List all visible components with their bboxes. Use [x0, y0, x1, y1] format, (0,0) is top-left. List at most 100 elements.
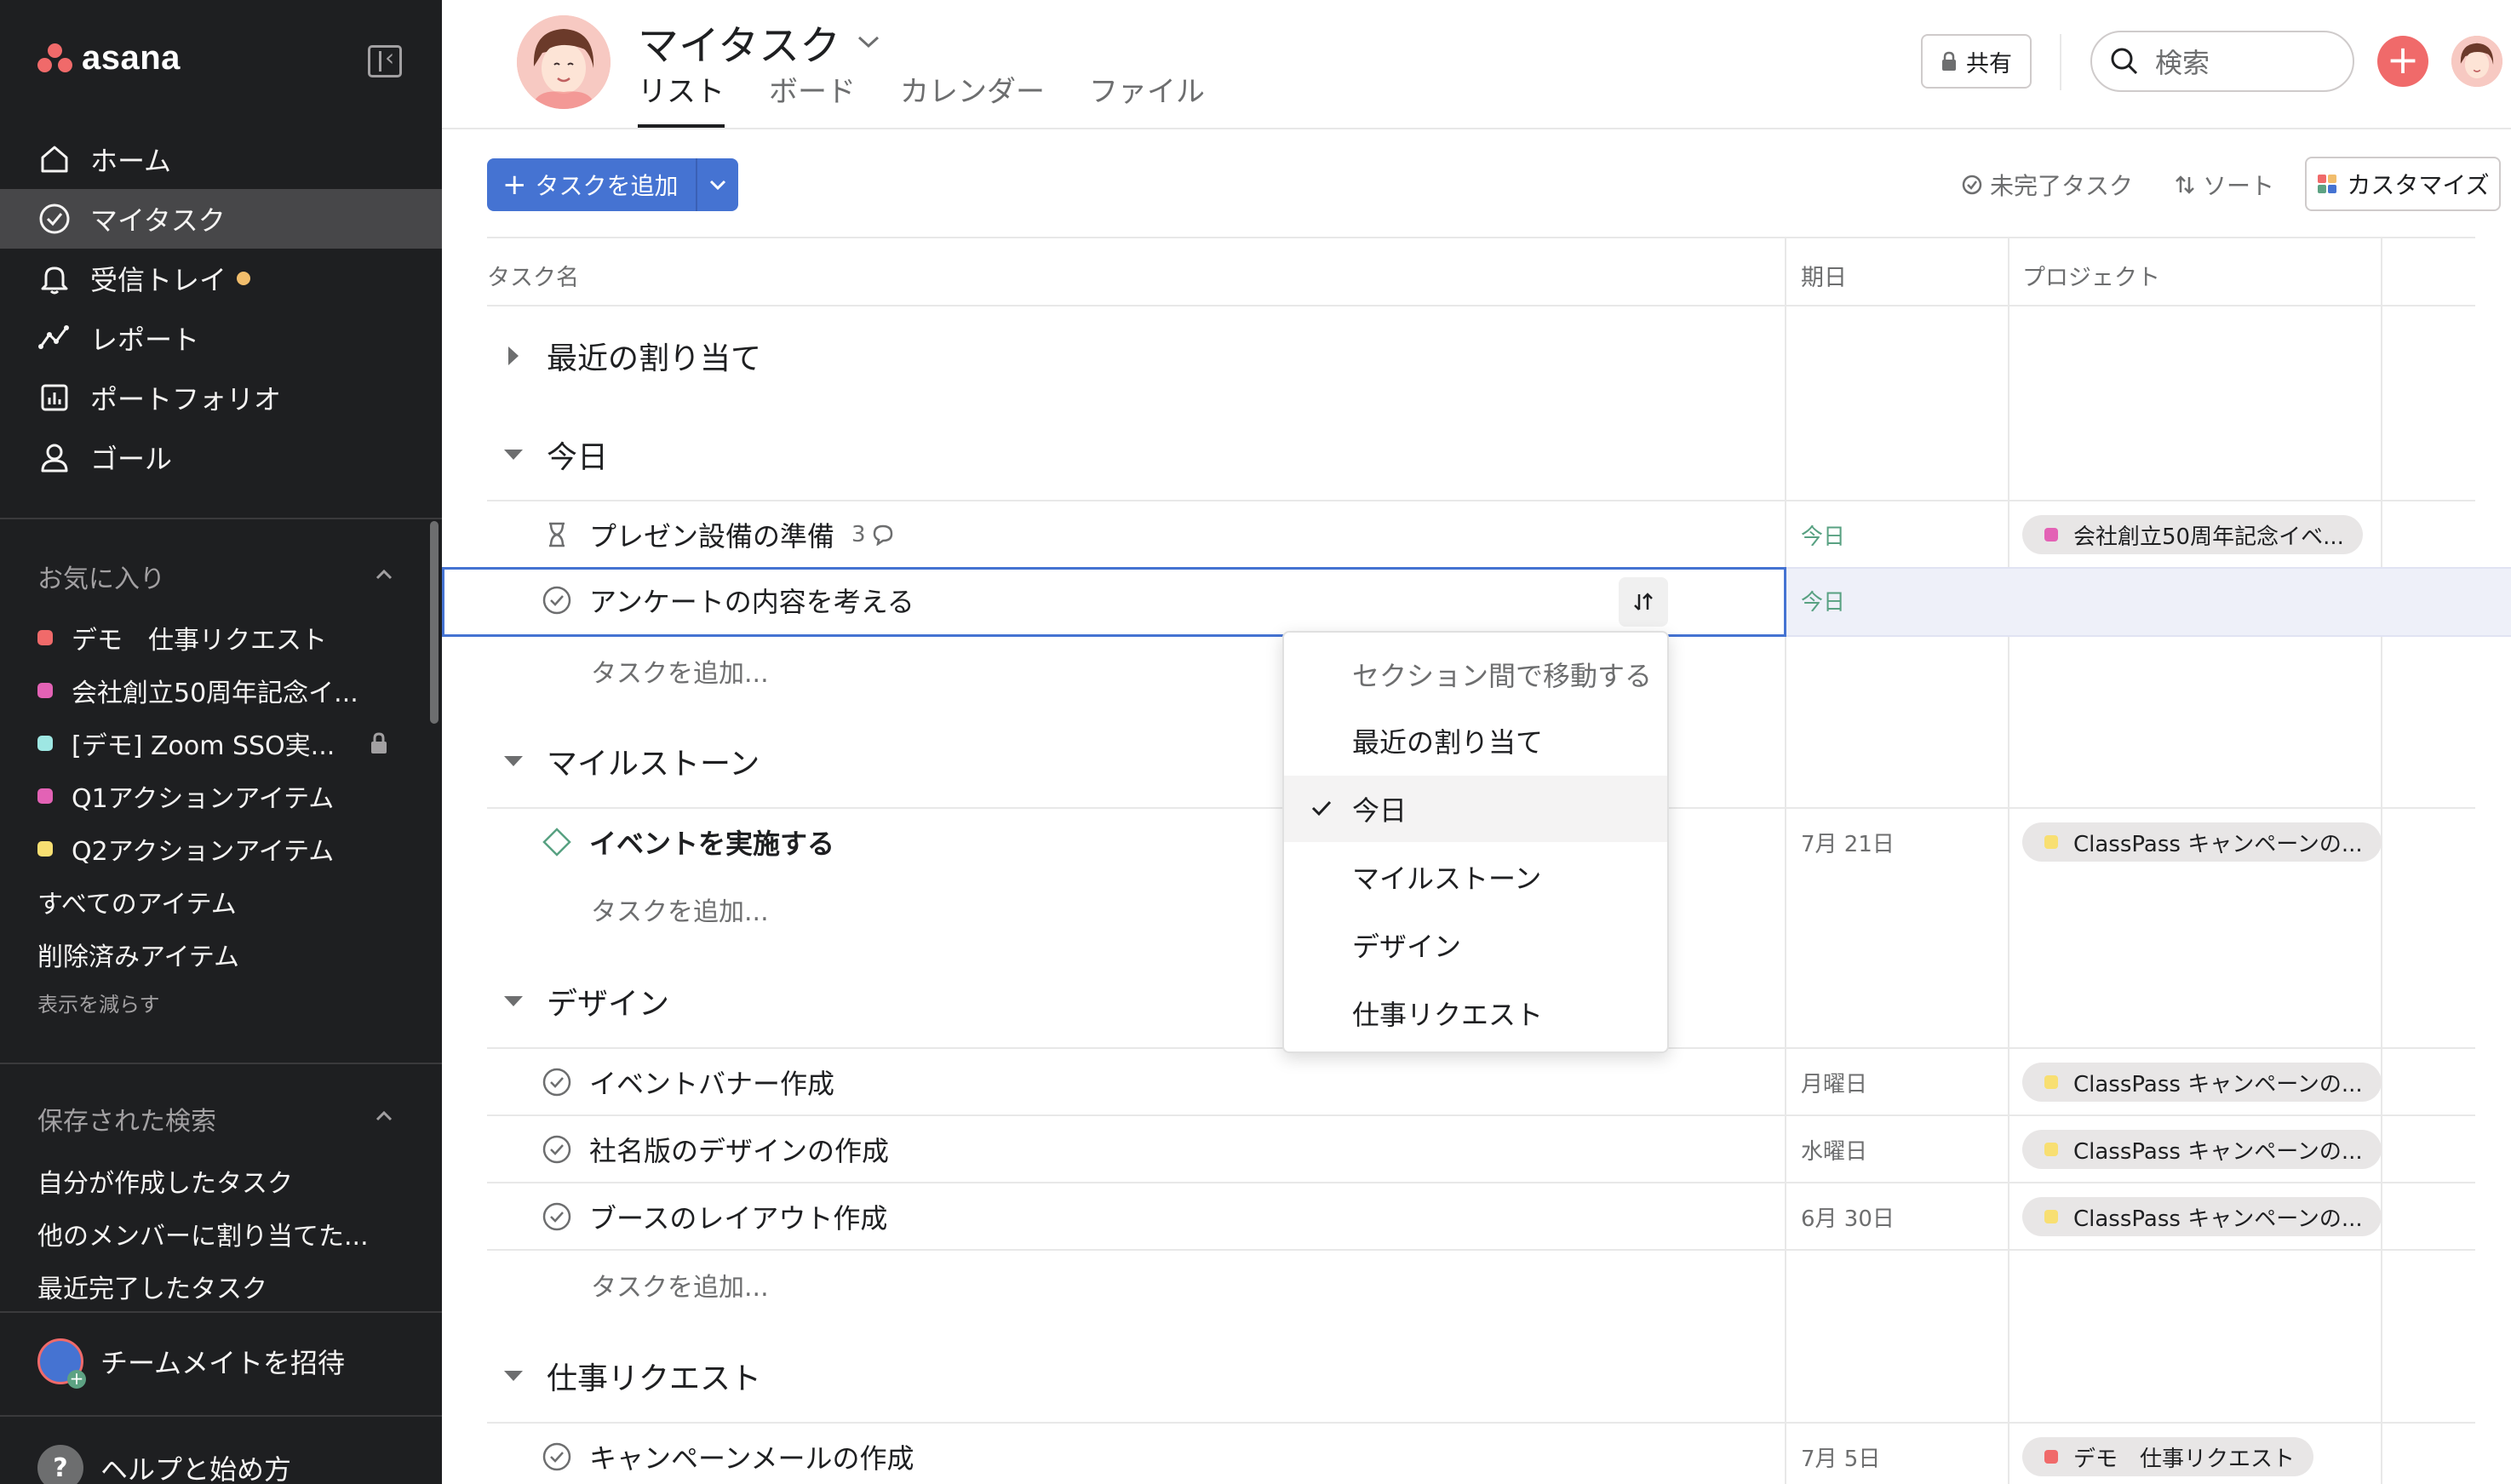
tab-list[interactable]: リスト — [638, 68, 725, 128]
task-name[interactable]: キャンペーンメールの作成 — [589, 1437, 914, 1476]
move-section-button[interactable] — [1619, 577, 1668, 627]
caret-down-icon[interactable] — [501, 988, 526, 1014]
sidebar-item-my-tasks[interactable]: マイタスク — [0, 189, 442, 249]
due-date[interactable]: 7月 21日 — [1801, 809, 1895, 875]
customize-button[interactable]: カスタマイズ — [2305, 157, 2501, 211]
due-date[interactable]: 6月 30日 — [1801, 1183, 1895, 1250]
section-design[interactable]: デザイン — [487, 979, 669, 1023]
tab-board[interactable]: ボード — [769, 68, 856, 128]
favorites-header[interactable]: お気に入り — [37, 558, 165, 595]
section-recent-assignments[interactable]: 最近の割り当て — [487, 334, 761, 378]
favorite-item[interactable]: Q1アクションアイテム — [0, 770, 442, 822]
add-task-button[interactable]: + タスクを追加 — [487, 158, 696, 211]
incomplete-tasks-filter[interactable]: 未完了タスク — [1961, 158, 2133, 211]
task-name[interactable]: アンケートの内容を考える — [589, 581, 914, 620]
favorite-item[interactable]: デモ 仕事リクエスト — [0, 611, 442, 664]
task-row[interactable]: キャンペーンメールの作成 7月 5日 デモ 仕事リクエスト — [487, 1422, 2475, 1484]
menu-item-today[interactable]: 今日 — [1284, 776, 1667, 842]
project-pill[interactable]: ClassPass キャンペーンの... — [2022, 822, 2382, 862]
saved-search-item[interactable]: 最近完了したタスク — [0, 1260, 442, 1313]
check-circle-icon[interactable] — [542, 1441, 572, 1472]
column-header-project[interactable]: プロジェクト — [2022, 259, 2160, 292]
menu-item-milestones[interactable]: マイルストーン — [1284, 844, 1667, 910]
menu-item-work-requests[interactable]: 仕事リクエスト — [1284, 980, 1667, 1046]
task-name[interactable]: イベントバナー作成 — [589, 1063, 834, 1102]
saved-searches-header[interactable]: 保存された検索 — [37, 1100, 216, 1137]
check-circle-icon[interactable] — [542, 1134, 572, 1165]
add-task-inline[interactable]: タスクを追加... — [591, 652, 769, 690]
search-input[interactable]: 検索 — [2090, 31, 2354, 92]
menu-item-design[interactable]: デザイン — [1284, 912, 1667, 978]
check-circle-icon[interactable] — [542, 1201, 572, 1232]
share-button[interactable]: 共有 — [1921, 34, 2032, 89]
add-task-inline[interactable]: タスクを追加... — [591, 1266, 769, 1304]
show-less-link[interactable]: 表示を減らす — [0, 981, 442, 1023]
caret-down-icon[interactable] — [501, 748, 526, 774]
due-date[interactable]: 7月 5日 — [1801, 1424, 1880, 1484]
favorite-item[interactable]: Q2アクションアイテム — [0, 822, 442, 875]
section-milestones[interactable]: マイルストーン — [487, 739, 760, 783]
sidebar-item-goals[interactable]: ゴール — [0, 427, 442, 487]
section-today[interactable]: 今日 — [487, 433, 608, 477]
chevron-up-icon[interactable] — [375, 1107, 393, 1126]
section-title: マイルストーン — [547, 747, 760, 782]
task-name[interactable]: プレゼン設備の準備 — [589, 515, 834, 554]
deleted-items-link[interactable]: 削除済みアイテム — [0, 928, 442, 981]
sidebar-item-inbox[interactable]: 受信トレイ — [0, 249, 442, 308]
comment-count[interactable]: 3 — [851, 522, 895, 547]
project-pill[interactable]: 会社創立50周年記念イベ... — [2022, 515, 2363, 554]
favorite-item[interactable]: [デモ] Zoom SSO実... — [0, 717, 442, 770]
all-items-link[interactable]: すべてのアイテム — [0, 875, 442, 928]
due-date[interactable]: 月曜日 — [1801, 1049, 1867, 1115]
project-pill[interactable]: ClassPass キャンペーンの... — [2022, 1130, 2382, 1169]
sidebar-scrollbar[interactable] — [430, 521, 439, 724]
help-button[interactable]: ? ヘルプと始め方 — [37, 1445, 291, 1484]
task-row[interactable]: イベントバナー作成 月曜日 ClassPass キャンペーンの... — [487, 1047, 2475, 1115]
task-row[interactable]: プレゼン設備の準備 3 今日 会社創立50周年記念イベ... — [487, 500, 2475, 568]
project-pill[interactable]: デモ 仕事リクエスト — [2022, 1437, 2314, 1476]
add-task-dropdown-button[interactable] — [695, 158, 738, 211]
task-name[interactable]: 社名版のデザインの作成 — [589, 1130, 889, 1169]
task-name[interactable]: ブースのレイアウト作成 — [589, 1197, 887, 1236]
sidebar-item-reports[interactable]: レポート — [0, 308, 442, 368]
saved-search-item[interactable]: 自分が作成したタスク — [0, 1155, 442, 1207]
menu-item-recent-assignments[interactable]: 最近の割り当て — [1284, 708, 1667, 774]
asana-logo[interactable]: asana — [37, 39, 181, 77]
task-row[interactable]: 社名版のデザインの作成 水曜日 ClassPass キャンペーンの... — [487, 1114, 2475, 1183]
column-header-due-date[interactable]: 期日 — [1801, 259, 1847, 292]
tab-calendar[interactable]: カレンダー — [900, 68, 1045, 128]
favorite-item[interactable]: 会社創立50周年記念イ... — [0, 664, 442, 717]
quick-add-button[interactable]: + — [2377, 36, 2428, 87]
milestone-diamond-icon[interactable] — [542, 827, 572, 857]
sidebar-item-home[interactable]: ホーム — [0, 129, 442, 189]
task-name[interactable]: イベントを実施する — [589, 822, 834, 862]
due-date[interactable]: 水曜日 — [1801, 1116, 1867, 1183]
invite-teammates-button[interactable]: チームメイトを招待 — [37, 1338, 345, 1389]
account-avatar[interactable] — [2451, 36, 2502, 87]
sidebar-item-portfolios[interactable]: ポートフォリオ — [0, 368, 442, 427]
add-task-inline[interactable]: タスクを追加... — [591, 891, 769, 928]
sort-button[interactable]: ソート — [2174, 158, 2274, 211]
chevron-down-icon[interactable] — [856, 33, 881, 50]
section-work-requests[interactable]: 仕事リクエスト — [487, 1354, 761, 1398]
chevron-up-icon[interactable] — [375, 565, 393, 584]
check-circle-icon[interactable] — [542, 585, 572, 616]
column-header-task-name[interactable]: タスク名 — [487, 259, 579, 292]
plus-icon: + — [502, 168, 527, 202]
due-date[interactable]: 今日 — [1801, 567, 1845, 633]
caret-right-icon[interactable] — [501, 343, 526, 369]
due-date[interactable]: 今日 — [1801, 501, 1845, 568]
project-pill[interactable]: ClassPass キャンペーンの... — [2022, 1063, 2382, 1102]
project-pill[interactable]: ClassPass キャンペーンの... — [2022, 1197, 2382, 1236]
caret-down-icon[interactable] — [501, 1363, 526, 1389]
caret-down-icon[interactable] — [501, 442, 526, 467]
tab-files[interactable]: ファイル — [1089, 68, 1205, 128]
saved-search-item[interactable]: 他のメンバーに割り当てた... — [0, 1207, 442, 1260]
page-title[interactable]: マイタスク — [638, 12, 881, 72]
task-row[interactable]: アンケートの内容を考える 今日 — [487, 567, 2475, 635]
hourglass-icon[interactable] — [542, 519, 572, 550]
sidebar-item-label: レポート — [90, 324, 200, 356]
task-row[interactable]: ブースのレイアウト作成 6月 30日 ClassPass キャンペーンの... — [487, 1182, 2475, 1250]
sidebar-collapse-icon[interactable] — [368, 43, 402, 77]
check-circle-icon[interactable] — [542, 1067, 572, 1097]
